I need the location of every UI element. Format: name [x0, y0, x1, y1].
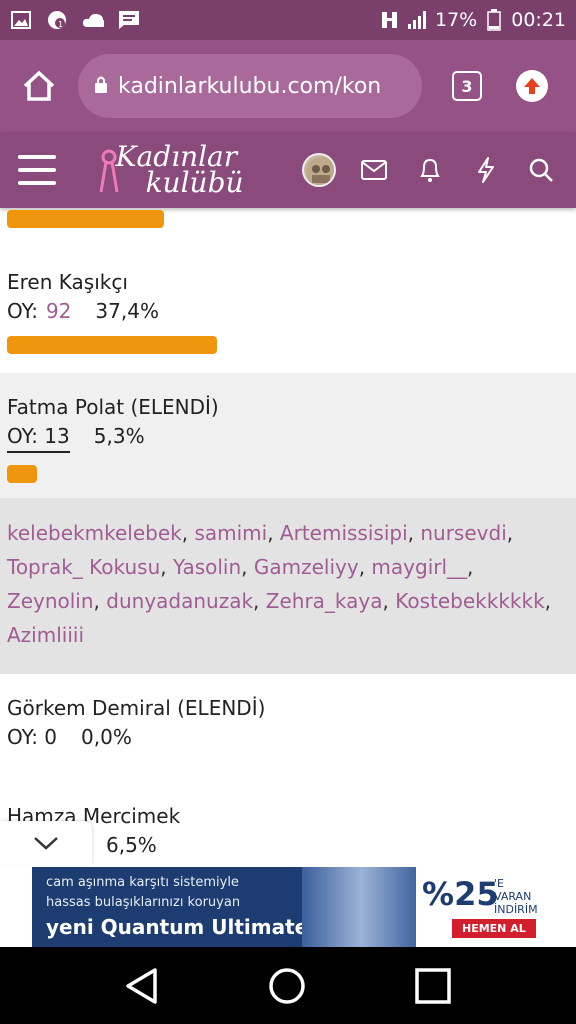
browser-toolbar: kadinlarkulubu.com/kon 3: [0, 40, 576, 132]
ad-line-2: hassas bulaşıklarınızı koruyan: [46, 895, 241, 910]
poll-bar: [7, 210, 164, 228]
discount-note-2: İNDİRİM: [494, 903, 538, 916]
votes-label: OY:: [7, 299, 38, 323]
votes-count[interactable]: 92: [46, 296, 71, 326]
poll-item: Görkem Demiral (ELENDİ) OY: 0 0,0%: [0, 674, 576, 794]
arrow-up-icon: [524, 78, 540, 94]
voter-link[interactable]: kelebekmkelebek: [7, 521, 182, 545]
vote-percent: 6,5%: [106, 833, 157, 857]
battery-icon: [483, 9, 505, 31]
signal-icon: [407, 10, 429, 30]
product-image: [302, 867, 420, 947]
candidate-name: Eren Kaşıkçı: [7, 270, 128, 294]
site-logo[interactable]: Kadınlar kulübü: [99, 143, 264, 199]
bell-icon[interactable]: [413, 153, 447, 187]
voter-link[interactable]: Gamzeliyy: [254, 555, 359, 579]
discount-note-1: 'E VARAN: [494, 877, 532, 903]
ad-cta-button[interactable]: HEMEN AL: [452, 919, 536, 938]
vote-line: OY: 92 37,4%: [7, 296, 569, 326]
voter-list: kelebekmkelebek, samimi, Artemissisipi, …: [0, 498, 576, 674]
message-icon: [118, 10, 140, 30]
clock: 00:21: [511, 9, 566, 31]
logo-line-2: kulübü: [145, 166, 244, 199]
status-bar: 1 17% 00:21: [0, 0, 576, 40]
search-icon[interactable]: [524, 153, 558, 187]
ad-line-3: yeni Quantum Ultimate!: [46, 915, 318, 939]
votes-label: OY: 0: [7, 725, 58, 749]
ad-offer-panel: %25 'E VARAN İNDİRİM HEMEN AL: [416, 867, 544, 947]
poll-item-previous: [0, 208, 576, 248]
voter-link[interactable]: dunyadanuzak: [106, 589, 253, 613]
advertisement-banner[interactable]: cam aşınma karşıtı sistemiyle hassas bul…: [32, 867, 544, 947]
candidate-name: Fatma Polat (ELENDİ): [7, 395, 219, 419]
mail-icon[interactable]: [358, 153, 392, 187]
back-icon[interactable]: [124, 967, 160, 1005]
voter-link[interactable]: Azimliiii: [7, 623, 84, 647]
lightning-icon[interactable]: [469, 153, 503, 187]
home-icon: [23, 70, 55, 101]
data-transfer-icon: [379, 10, 401, 30]
ad-line-1: cam aşınma karşıtı sistemiyle: [46, 875, 239, 890]
vote-percent: 5,3%: [93, 424, 145, 448]
discount-note: 'E VARAN İNDİRİM: [494, 877, 544, 916]
battery-percent: 17%: [435, 9, 478, 31]
voter-link[interactable]: Kostebekkkkkk: [395, 589, 544, 613]
vote-percent: 37,4%: [95, 299, 159, 323]
cloud-icon: [82, 10, 104, 30]
voter-link[interactable]: Zeynolin: [7, 589, 94, 613]
lock-icon: [94, 75, 108, 97]
update-button[interactable]: [516, 70, 548, 102]
user-avatar[interactable]: [301, 153, 336, 187]
vote-percent: 0,0%: [81, 725, 132, 749]
poll-results: Eren Kaşıkçı OY: 92 37,4% Fatma Polat (E…: [0, 208, 576, 868]
home-circle-icon[interactable]: [268, 967, 306, 1005]
poll-item: Eren Kaşıkçı OY: 92 37,4%: [0, 248, 576, 373]
tab-switcher-button[interactable]: 3: [452, 71, 482, 101]
voter-link[interactable]: Toprak_ Kokusu: [7, 555, 160, 579]
poll-item: Fatma Polat (ELENDİ) OY: 13 5,3%: [0, 373, 576, 498]
system-navigation-bar: [0, 947, 576, 1024]
address-bar[interactable]: kadinlarkulubu.com/kon: [78, 54, 422, 118]
discount-value: %25: [422, 875, 499, 913]
site-header: Kadınlar kulübü: [0, 132, 576, 208]
candidate-name: Görkem Demiral (ELENDİ): [7, 696, 266, 720]
recents-icon[interactable]: [414, 967, 452, 1005]
voter-link[interactable]: Zehra_kaya: [266, 589, 383, 613]
voter-link[interactable]: Yasolin: [173, 555, 241, 579]
voter-link[interactable]: samimi: [194, 521, 267, 545]
vote-line: OY: 0 0,0%: [7, 722, 569, 752]
hamburger-menu-icon[interactable]: [18, 155, 56, 185]
voter-link[interactable]: Artemissisipi: [280, 521, 408, 545]
vote-line: OY: 13 5,3%: [7, 421, 569, 453]
svg-text:1: 1: [58, 20, 63, 29]
poll-bar: [7, 336, 217, 354]
gallery-icon: [10, 10, 32, 30]
voter-link[interactable]: maygirl__: [371, 555, 467, 579]
voter-link[interactable]: nursevdi: [420, 521, 506, 545]
poll-bar: [7, 465, 37, 483]
url-text: kadinlarkulubu.com/kon: [118, 73, 382, 99]
home-button[interactable]: [14, 61, 64, 111]
votes-toggle[interactable]: OY: 13: [7, 421, 70, 453]
collapse-ad-button[interactable]: [0, 821, 92, 865]
ribbon-logo-icon: [99, 149, 119, 193]
chevron-down-icon: [34, 837, 58, 850]
chrome-notification-icon: 1: [46, 10, 68, 30]
